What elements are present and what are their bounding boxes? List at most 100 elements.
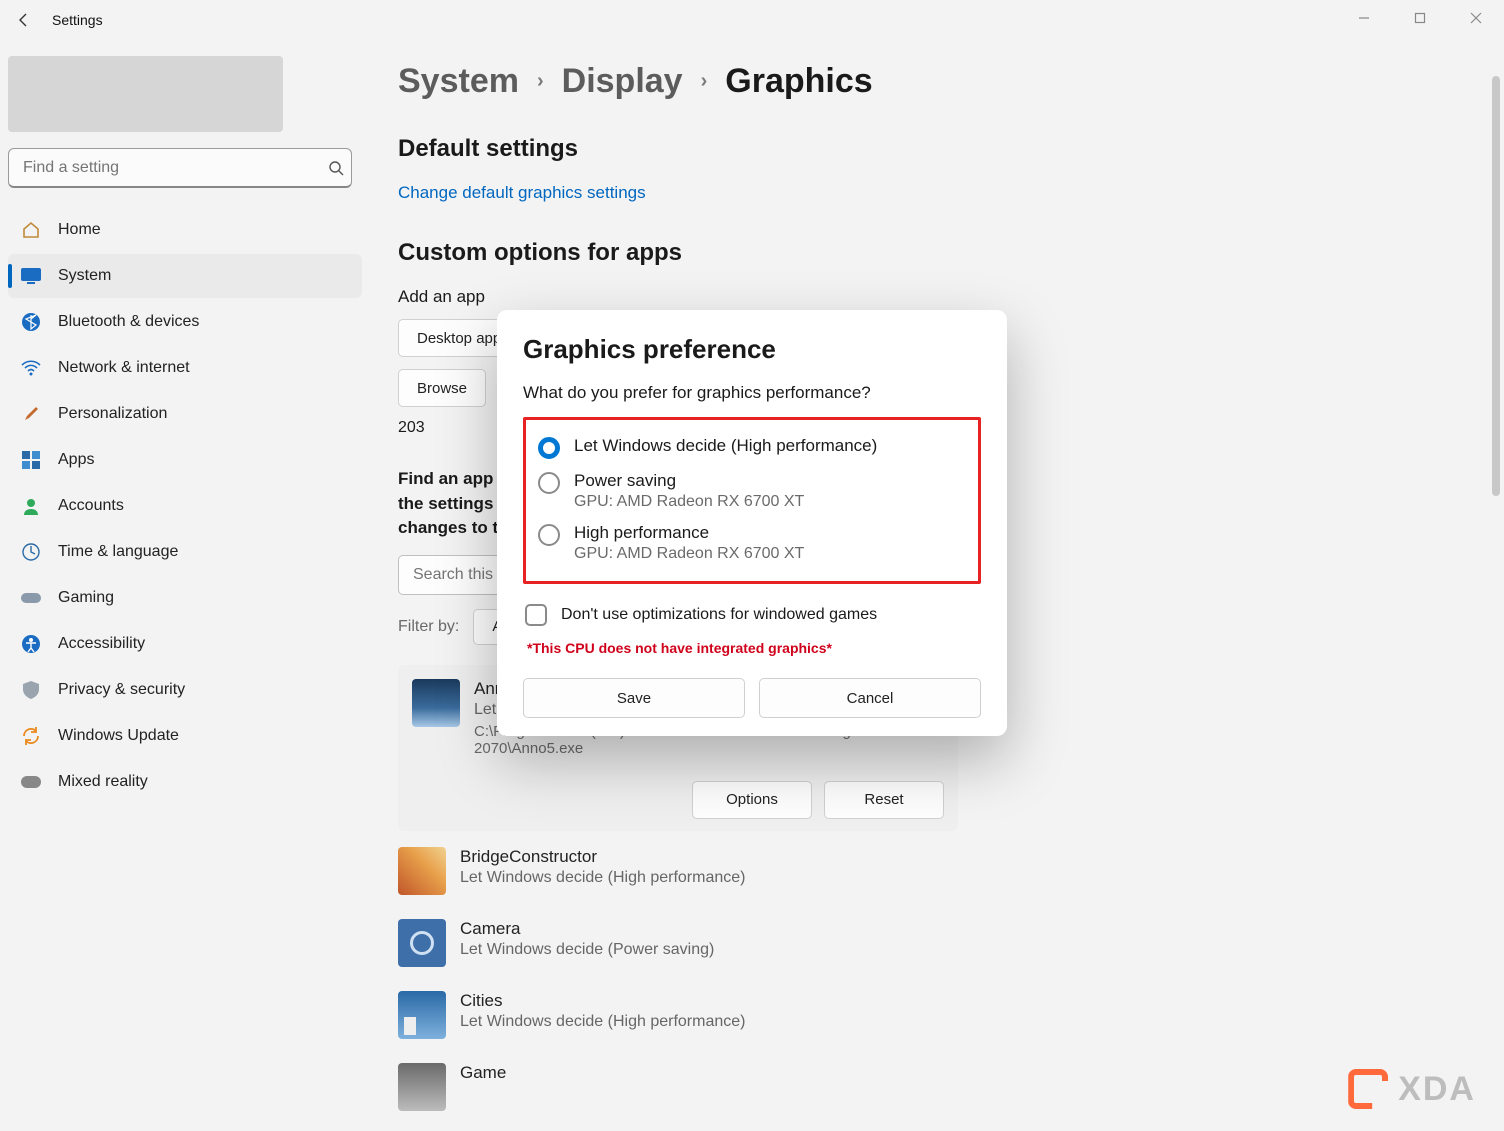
breadcrumb-display[interactable]: Display: [562, 62, 683, 101]
app-name: BridgeConstructor: [460, 847, 958, 867]
monitor-icon: [20, 265, 42, 287]
radio-power-saving[interactable]: Power saving GPU: AMD Radeon RX 6700 XT: [536, 465, 968, 517]
sidebar-item-label: Privacy & security: [58, 681, 185, 699]
app-item-game[interactable]: Game: [398, 1057, 958, 1129]
chevron-right-icon: ›: [701, 70, 708, 93]
sidebar-item-accounts[interactable]: Accounts: [8, 484, 362, 528]
clock-globe-icon: [20, 541, 42, 563]
radio-sublabel: GPU: AMD Radeon RX 6700 XT: [574, 545, 804, 563]
sidebar-item-label: Accessibility: [58, 635, 145, 653]
default-settings-heading: Default settings: [398, 135, 1476, 163]
sidebar-search: [8, 148, 362, 188]
app-name: Game: [460, 1063, 958, 1083]
close-icon: [1470, 12, 1482, 24]
app-name: Camera: [460, 919, 958, 939]
watermark: XDA: [1348, 1069, 1476, 1109]
custom-options-heading: Custom options for apps: [398, 239, 1476, 267]
chevron-right-icon: ›: [537, 70, 544, 93]
sidebar-item-time-language[interactable]: Time & language: [8, 530, 362, 574]
radio-let-windows-decide[interactable]: Let Windows decide (High performance): [536, 430, 968, 465]
radio-group-highlighted: Let Windows decide (High performance) Po…: [523, 417, 981, 584]
close-button[interactable]: [1448, 0, 1504, 36]
sidebar-nav: Home System Bluetooth & devices Network …: [8, 208, 362, 804]
radio-label: Let Windows decide (High performance): [574, 436, 877, 456]
breadcrumb: System › Display › Graphics: [398, 62, 1476, 101]
sidebar-item-bluetooth[interactable]: Bluetooth & devices: [8, 300, 362, 344]
sidebar-item-network[interactable]: Network & internet: [8, 346, 362, 390]
account-card[interactable]: [8, 56, 283, 132]
app-pref: Let Windows decide (High performance): [460, 869, 958, 887]
sidebar-item-mixed-reality[interactable]: Mixed reality: [8, 760, 362, 804]
sidebar-item-home[interactable]: Home: [8, 208, 362, 252]
breadcrumb-system[interactable]: System: [398, 62, 519, 101]
sidebar-item-update[interactable]: Windows Update: [8, 714, 362, 758]
gpu-note: *This CPU does not have integrated graph…: [527, 640, 977, 656]
app-pref: Let Windows decide (High performance): [460, 1013, 958, 1031]
sidebar-item-gaming[interactable]: Gaming: [8, 576, 362, 620]
scrollbar-thumb[interactable]: [1492, 76, 1500, 496]
sidebar-item-label: System: [58, 267, 111, 285]
search-input[interactable]: [8, 148, 352, 188]
watermark-text: XDA: [1398, 1070, 1476, 1109]
gamepad-icon: [20, 587, 42, 609]
sidebar-item-label: Apps: [58, 451, 94, 469]
wifi-icon: [20, 357, 42, 379]
sidebar-item-accessibility[interactable]: Accessibility: [8, 622, 362, 666]
accessibility-icon: [20, 633, 42, 655]
options-button[interactable]: Options: [692, 781, 812, 819]
maximize-button[interactable]: [1392, 0, 1448, 36]
brush-icon: [20, 403, 42, 425]
app-name: Cities: [460, 991, 958, 1011]
arrow-left-icon: [16, 12, 32, 28]
dropdown-value: Desktop app: [417, 330, 501, 347]
radio-icon: [538, 524, 560, 546]
update-icon: [20, 725, 42, 747]
radio-sublabel: GPU: AMD Radeon RX 6700 XT: [574, 493, 804, 511]
sidebar-item-personalization[interactable]: Personalization: [8, 392, 362, 436]
sidebar-item-label: Personalization: [58, 405, 167, 423]
breadcrumb-current: Graphics: [725, 62, 872, 101]
sidebar-item-label: Bluetooth & devices: [58, 313, 199, 331]
sidebar: Home System Bluetooth & devices Network …: [0, 40, 370, 1131]
dialog-question: What do you prefer for graphics performa…: [523, 383, 981, 403]
sidebar-item-label: Network & internet: [58, 359, 190, 377]
back-button[interactable]: [4, 0, 44, 40]
app-item-cities[interactable]: Cities Let Windows decide (High performa…: [398, 985, 958, 1057]
app-icon: [398, 1063, 446, 1111]
sidebar-item-system[interactable]: System: [8, 254, 362, 298]
search-icon[interactable]: [328, 160, 344, 176]
sidebar-item-label: Home: [58, 221, 101, 239]
sidebar-item-apps[interactable]: Apps: [8, 438, 362, 482]
add-app-label: Add an app: [398, 287, 1476, 307]
app-item-camera[interactable]: Camera Let Windows decide (Power saving): [398, 913, 958, 985]
bluetooth-icon: [20, 311, 42, 333]
sidebar-item-label: Mixed reality: [58, 773, 148, 791]
checkbox-label: Don't use optimizations for windowed gam…: [561, 606, 877, 624]
save-button[interactable]: Save: [523, 678, 745, 718]
xda-logo-icon: [1348, 1069, 1388, 1109]
graphics-preference-dialog: Graphics preference What do you prefer f…: [497, 310, 1007, 736]
headset-icon: [20, 771, 42, 793]
sidebar-item-label: Gaming: [58, 589, 114, 607]
app-icon: [412, 679, 460, 727]
app-icon: [398, 919, 446, 967]
minimize-icon: [1358, 12, 1370, 24]
minimize-button[interactable]: [1336, 0, 1392, 36]
sidebar-item-privacy[interactable]: Privacy & security: [8, 668, 362, 712]
change-default-link[interactable]: Change default graphics settings: [398, 183, 646, 203]
scrollbar[interactable]: [1490, 76, 1502, 596]
radio-icon: [538, 472, 560, 494]
sidebar-item-label: Accounts: [58, 497, 124, 515]
radio-label: High performance: [574, 523, 804, 543]
sidebar-item-label: Windows Update: [58, 727, 179, 745]
app-item-bridge[interactable]: BridgeConstructor Let Windows decide (Hi…: [398, 841, 958, 913]
windowed-optimizations-checkbox[interactable]: Don't use optimizations for windowed gam…: [523, 600, 981, 630]
reset-button[interactable]: Reset: [824, 781, 944, 819]
app-icon: [398, 991, 446, 1039]
home-icon: [20, 219, 42, 241]
apps-icon: [20, 449, 42, 471]
sidebar-item-label: Time & language: [58, 543, 178, 561]
browse-button[interactable]: Browse: [398, 369, 486, 407]
radio-high-performance[interactable]: High performance GPU: AMD Radeon RX 6700…: [536, 517, 968, 569]
cancel-button[interactable]: Cancel: [759, 678, 981, 718]
